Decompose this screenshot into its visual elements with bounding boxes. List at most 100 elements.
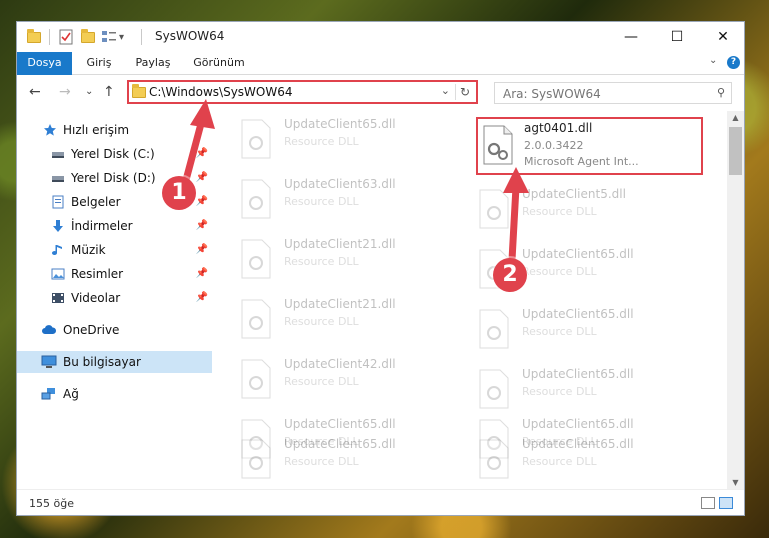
highlighted-file-agt0401[interactable]: agt0401.dll 2.0.0.3422 Microsoft Agent I… (476, 117, 703, 175)
item-count: 155 öğe (29, 497, 74, 510)
callout-badge-2: 2 (493, 258, 527, 292)
new-folder-icon[interactable] (81, 28, 95, 46)
file-name: UpdateClient63.dll (284, 177, 396, 191)
sidebar-item-label: Müzik (71, 243, 106, 257)
network-icon (41, 388, 55, 400)
properties-icon[interactable] (59, 28, 73, 46)
qa-separator (49, 28, 50, 46)
file-name: UpdateClient65.dll (522, 367, 634, 381)
pin-icon: 📌 (195, 220, 208, 231)
window-folder-icon (27, 28, 41, 46)
sidebar-item-videos[interactable]: Videolar 📌 (17, 287, 212, 309)
sidebar-item-label: İndirmeler (71, 219, 133, 233)
list-item[interactable]: UpdateClient63.dll Resource DLL (234, 173, 464, 227)
help-icon[interactable]: ? (727, 56, 740, 69)
list-item[interactable]: UpdateClient21.dll Resource DLL (234, 233, 464, 287)
callout-badge-1: 1 (162, 176, 196, 210)
sidebar-item-music[interactable]: Müzik 📌 (17, 239, 212, 261)
file-description: Resource DLL (284, 195, 359, 208)
file-name: UpdateClient65.dll (284, 417, 396, 431)
sidebar-item-label: Videolar (71, 291, 121, 305)
file-name: UpdateClient21.dll (284, 297, 396, 311)
sidebar-item-downloads[interactable]: İndirmeler 📌 (17, 215, 212, 237)
sidebar-item-label: Hızlı erişim (63, 123, 130, 137)
list-item[interactable]: UpdateClient65.dll Resource DLL (234, 433, 464, 487)
refresh-icon[interactable]: ↻ (455, 84, 474, 100)
file-description: Resource DLL (284, 315, 359, 328)
explorer-window: ▾ SysWOW64 — ☐ ✕ Dosya Giriş Paylaş Görü… (16, 21, 745, 516)
minimize-button[interactable]: — (608, 22, 654, 52)
close-button[interactable]: ✕ (700, 22, 744, 52)
sidebar-item-pictures[interactable]: Resimler 📌 (17, 263, 212, 285)
ribbon-tabs: Dosya Giriş Paylaş Görünüm ⌄ ? (17, 52, 744, 106)
pin-icon: 📌 (195, 268, 208, 279)
list-item[interactable]: UpdateClient65.dll Resource DLL (472, 303, 702, 357)
customize-toolbar-icon[interactable]: ▾ (119, 28, 124, 46)
file-name: UpdateClient5.dll (522, 187, 626, 201)
pin-icon: 📌 (195, 196, 208, 207)
sidebar-item-label: Yerel Disk (D:) (71, 171, 156, 185)
file-description: Resource DLL (522, 265, 597, 278)
sidebar-item-quick-access[interactable]: Hızlı erişim (17, 119, 212, 141)
file-version: 2.0.0.3422 (524, 139, 584, 152)
list-item[interactable]: UpdateClient65.dll Resource DLL (234, 113, 464, 167)
pin-icon: 📌 (195, 172, 208, 183)
tab-view[interactable]: Görünüm (189, 52, 249, 74)
star-icon (44, 124, 56, 136)
sidebar-item-network[interactable]: Ağ (17, 383, 212, 405)
sidebar-item-onedrive[interactable]: OneDrive (17, 319, 212, 341)
list-item[interactable]: UpdateClient65.dll Resource DLL (472, 433, 702, 487)
sidebar-item-label: Resimler (71, 267, 124, 281)
address-bar[interactable]: C:\Windows\SysWOW64 ⌄ ↻ (127, 80, 478, 104)
dll-file-icon (479, 309, 509, 349)
view-options-icon[interactable] (101, 28, 117, 46)
dll-file-icon (479, 439, 509, 479)
dll-file-icon (241, 359, 271, 399)
dll-file-icon (479, 369, 509, 409)
file-name: UpdateClient65.dll (522, 437, 634, 451)
video-icon (52, 293, 64, 303)
details-view-icon[interactable] (701, 497, 715, 509)
address-folder-icon (132, 84, 146, 98)
pin-icon: 📌 (195, 244, 208, 255)
tab-home[interactable]: Giriş (79, 52, 119, 74)
dll-file-icon (241, 179, 271, 219)
dll-file-icon (483, 125, 513, 165)
search-box[interactable]: ⚲ (494, 82, 732, 104)
scroll-down-icon[interactable]: ▼ (727, 478, 744, 487)
list-item[interactable]: UpdateClient42.dll Resource DLL (234, 353, 464, 407)
sidebar-item-label: OneDrive (63, 323, 120, 337)
dll-file-icon (241, 299, 271, 339)
list-item[interactable]: UpdateClient21.dll Resource DLL (234, 293, 464, 347)
sidebar-item-drive-c[interactable]: Yerel Disk (C:) 📌 (17, 143, 212, 165)
address-dropdown-icon[interactable]: ⌄ (441, 84, 450, 97)
search-icon[interactable]: ⚲ (717, 86, 725, 99)
vertical-scrollbar[interactable]: ▲ ▼ (727, 111, 744, 489)
drive-icon (52, 152, 64, 158)
scroll-up-icon[interactable]: ▲ (727, 113, 744, 122)
up-button[interactable]: ↑ (103, 84, 115, 100)
ribbon-expand-icon[interactable]: ⌄ (709, 55, 717, 66)
forward-button[interactable]: → (59, 84, 71, 100)
sidebar-item-label: Yerel Disk (C:) (71, 147, 155, 161)
file-name: UpdateClient21.dll (284, 237, 396, 251)
maximize-button[interactable]: ☐ (654, 22, 700, 52)
sidebar-item-label: Belgeler (71, 195, 121, 209)
sidebar-item-this-pc[interactable]: Bu bilgisayar (17, 351, 212, 373)
recent-locations-button[interactable]: ⌄ (85, 86, 93, 97)
pin-icon: 📌 (195, 292, 208, 303)
tiles-view-icon[interactable] (719, 497, 733, 509)
search-input[interactable] (501, 85, 705, 103)
list-item[interactable]: UpdateClient65.dll Resource DLL (472, 363, 702, 417)
back-button[interactable]: ← (29, 84, 41, 100)
tab-share[interactable]: Paylaş (131, 52, 175, 74)
list-item[interactable]: UpdateClient5.dll Resource DLL (472, 183, 702, 237)
file-name: agt0401.dll (524, 121, 593, 135)
document-icon (52, 195, 64, 209)
scrollbar-thumb[interactable] (729, 127, 742, 175)
address-path[interactable]: C:\Windows\SysWOW64 (149, 85, 293, 99)
file-description: Resource DLL (284, 375, 359, 388)
download-icon (53, 220, 63, 232)
file-description: Resource DLL (522, 205, 597, 218)
dll-file-icon (479, 189, 509, 229)
